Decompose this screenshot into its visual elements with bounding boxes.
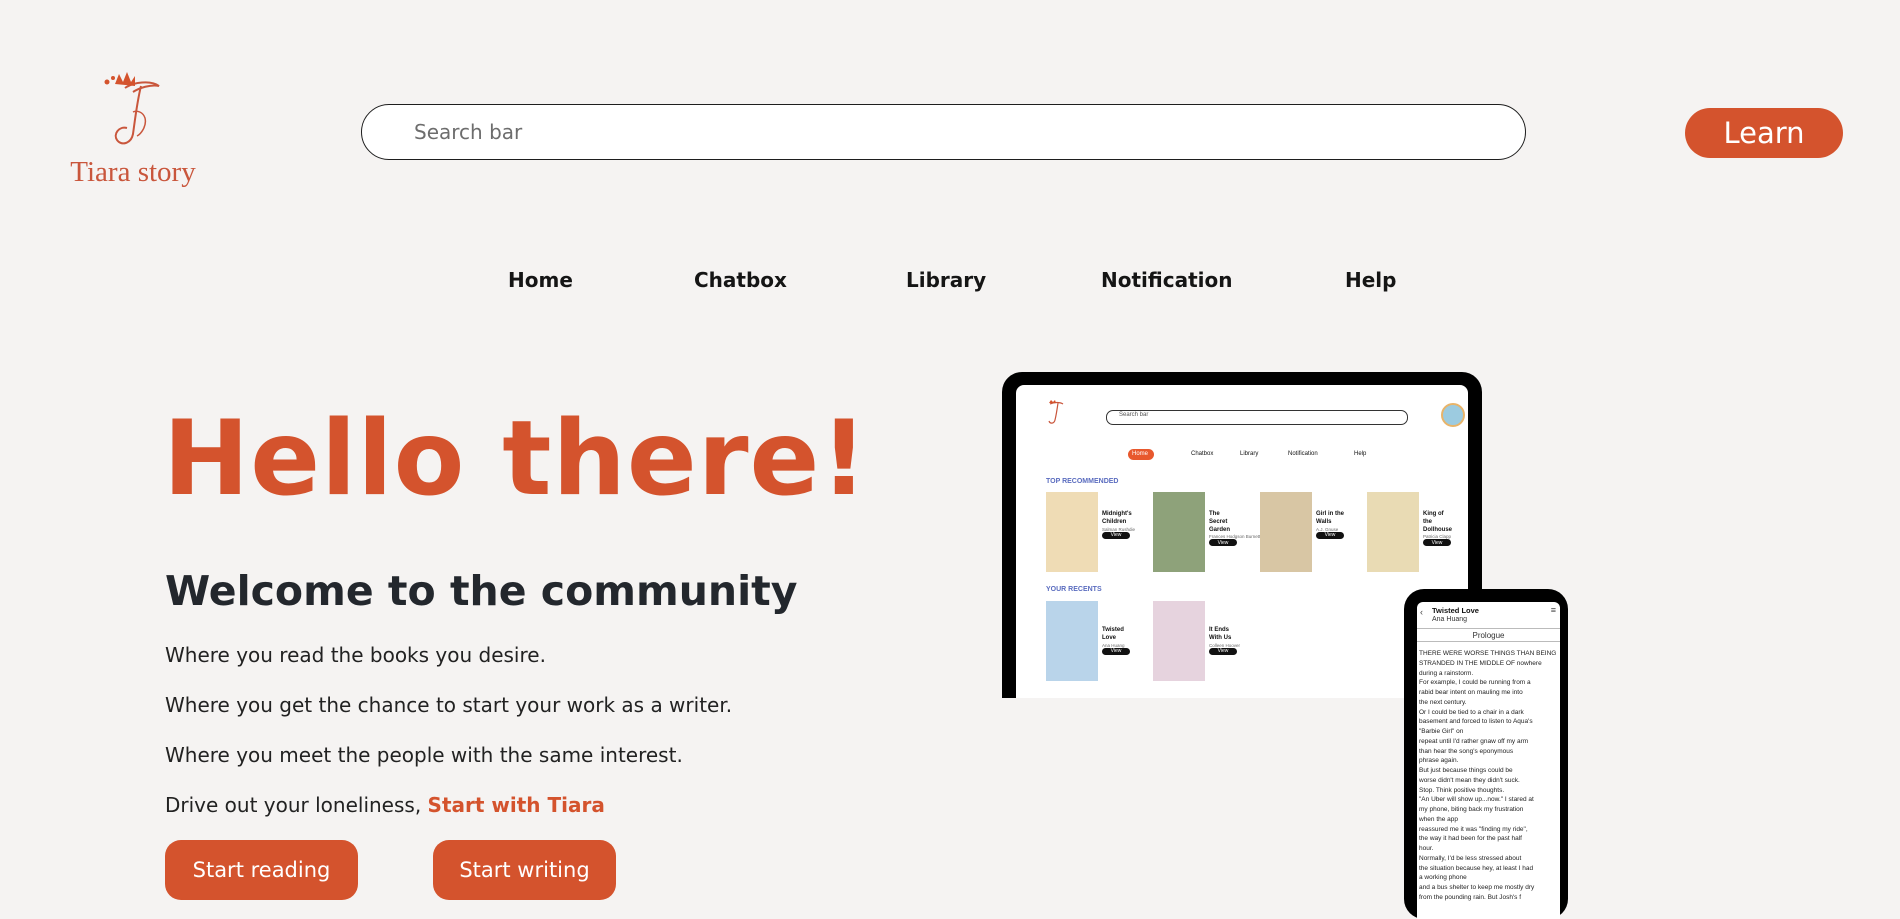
mini-book-cover xyxy=(1153,492,1205,572)
mini-book-author: Frances Hodgson Burnett xyxy=(1209,534,1261,540)
phone-text-line: STRANDED IN THE MIDDLE OF nowhere xyxy=(1419,659,1542,667)
mini-book-title: The Secret Garden xyxy=(1209,511,1231,533)
phone-text-line: repeat until I'd rather gnaw off my arm xyxy=(1419,737,1529,745)
phone-text-line: from the pounding rain. But Josh's f xyxy=(1419,893,1522,901)
hero-line-write: Where you get the chance to start your w… xyxy=(165,693,733,717)
mini-book-cover xyxy=(1367,492,1419,572)
phone-book-title: Twisted Love xyxy=(1432,606,1479,615)
phone-text-line: "Barbie Girl" on xyxy=(1419,728,1464,735)
phone-text-line: THERE WERE WORSE THINGS THAN BEING xyxy=(1419,650,1557,657)
phone-text-line: my phone, biting back my frustration xyxy=(1419,806,1524,813)
nav-help[interactable]: Help xyxy=(1345,268,1396,292)
mini-book-author: Colleen Hoover xyxy=(1209,642,1241,648)
mini-view-button: View xyxy=(1209,647,1237,655)
mini-book-info: Twisted Love Ana Huang View xyxy=(1102,627,1132,655)
nav-chatbox[interactable]: Chatbox xyxy=(694,268,787,292)
mini-view-button: View xyxy=(1316,531,1344,539)
mini-book-info: The Secret Garden Frances Hodgson Burnet… xyxy=(1209,511,1261,547)
phone-mockup: ‹ Twisted Love Ana Huang ≡ Prologue THER… xyxy=(1404,589,1568,919)
phone-text-line: the next century. xyxy=(1419,698,1467,706)
mini-view-button: View xyxy=(1423,539,1451,547)
learn-button[interactable]: Learn xyxy=(1685,108,1843,158)
phone-text-line: For example, I could be running from a xyxy=(1419,679,1531,687)
phone-text-line: when the app xyxy=(1419,815,1459,823)
mini-view-button: View xyxy=(1102,531,1130,539)
phone-text-line: basement and forced to listen to Aqua's xyxy=(1419,718,1533,726)
mini-nav-help: Help xyxy=(1354,451,1367,457)
phone-text-line: Normally, I'd be less stressed about xyxy=(1419,854,1522,862)
hero-subtitle: Welcome to the community xyxy=(165,567,798,615)
phone-text-line: the way it had been for the past half xyxy=(1419,835,1522,843)
phone-text-line: Stop. Think positive thoughts. xyxy=(1419,786,1505,794)
mini-view-button: View xyxy=(1102,647,1130,655)
mini-book-author: Ana Huang xyxy=(1102,642,1125,648)
phone-text-line: than hear the song's eponymous xyxy=(1419,747,1514,755)
mini-book-author: Patricia Clapp xyxy=(1423,534,1452,540)
hero-line-meet: Where you meet the people with the same … xyxy=(165,743,683,767)
mini-book-cover xyxy=(1046,492,1098,572)
mini-logo-icon xyxy=(1048,400,1064,424)
search-input[interactable] xyxy=(412,119,1525,145)
mini-book-author: A.J. Gnuse xyxy=(1316,526,1339,532)
mini-book-cover xyxy=(1046,601,1098,681)
phone-text-line: reassured me it was "finding my ride", xyxy=(1419,825,1528,833)
phone-text-line: But just because things could be xyxy=(1419,767,1513,774)
phone-book-author: Ana Huang xyxy=(1432,616,1468,623)
phone-text-line: rabid bear intent on mauling me into xyxy=(1419,689,1523,696)
nav-library[interactable]: Library xyxy=(906,268,986,292)
mini-section-recents: YOUR RECENTS xyxy=(1046,586,1102,593)
start-reading-button[interactable]: Start reading xyxy=(165,840,358,900)
mini-book-info: Girl in the Walls A.J. Gnuse View xyxy=(1316,511,1346,539)
phone-text-line: and a bus shelter to keep me mostly dry xyxy=(1419,884,1535,891)
mini-book-title: It Ends With Us xyxy=(1209,627,1232,641)
phone-text-line: the situation because hey, at least I ha… xyxy=(1419,864,1534,872)
phone-chapter-text: THERE WERE WORSE THINGS THAN BEING STRAND… xyxy=(1419,649,1559,903)
menu-icon: ≡ xyxy=(1550,605,1556,615)
start-with-tiara-link[interactable]: Start with Tiara xyxy=(428,793,605,817)
phone-text-line: phrase again. xyxy=(1419,757,1459,765)
hero-title: Hello there! xyxy=(163,399,869,519)
mini-book-cover xyxy=(1260,492,1312,572)
phone-text-line: during a rainstorm. xyxy=(1419,669,1474,677)
mini-section-recommended: TOP RECOMMENDED xyxy=(1046,478,1119,485)
start-writing-button[interactable]: Start writing xyxy=(433,840,616,900)
mini-book-info: King of the Dollhouse Patricia Clapp Vie… xyxy=(1423,511,1453,547)
mini-book-title: Girl in the Walls xyxy=(1316,511,1345,525)
mini-nav-chatbox: Chatbox xyxy=(1191,451,1214,457)
back-arrow-icon: ‹ xyxy=(1420,607,1423,617)
mini-book-author: Salman Rushdie xyxy=(1102,526,1136,532)
mini-book-title: Midnight's Children xyxy=(1102,511,1132,525)
mini-book-cover xyxy=(1153,601,1205,681)
laptop-screen: Search bar Home Chatbox Library Notifica… xyxy=(1016,385,1468,698)
nav-home[interactable]: Home xyxy=(508,268,573,292)
mini-book-title: King of the Dollhouse xyxy=(1423,511,1453,533)
nav-notification[interactable]: Notification xyxy=(1101,268,1232,292)
tiara-story-logo[interactable]: Tiara story xyxy=(58,72,208,192)
mini-nav-home: Home xyxy=(1132,451,1149,457)
search-bar[interactable] xyxy=(361,104,1526,160)
mini-book-title: Twisted Love xyxy=(1102,627,1124,641)
mini-nav-notification: Notification xyxy=(1288,451,1318,457)
mini-avatar xyxy=(1441,403,1465,427)
cta-prefix: Drive out your loneliness, xyxy=(165,793,428,817)
crown-logo-icon xyxy=(104,72,160,145)
phone-chapter-title: Prologue xyxy=(1417,628,1560,642)
mini-nav-library: Library xyxy=(1240,451,1259,457)
phone-text-line: hour. xyxy=(1419,845,1434,852)
phone-text-line: worse didn't mean they didn't suck. xyxy=(1419,776,1520,784)
mini-book-info: It Ends With Us Colleen Hoover View xyxy=(1209,627,1240,655)
phone-text-line: "An Uber will show up...now." I stared a… xyxy=(1419,796,1534,804)
phone-screen: ‹ Twisted Love Ana Huang ≡ Prologue THER… xyxy=(1417,602,1560,919)
phone-text-line: Or I could be tied to a chair in a dark xyxy=(1419,708,1524,716)
hero-cta-line: Drive out your loneliness, Start with Ti… xyxy=(165,793,605,817)
mini-view-button: View xyxy=(1209,539,1237,547)
mini-search-bar: Search bar xyxy=(1106,410,1408,425)
mini-book-info: Midnight's Children Salman Rushdie View xyxy=(1102,511,1135,539)
phone-text-line: a working phone xyxy=(1419,874,1467,882)
logo-text: Tiara story xyxy=(70,156,196,188)
hero-line-read: Where you read the books you desire. xyxy=(165,643,546,667)
mini-search-placeholder: Search bar xyxy=(1119,412,1149,418)
